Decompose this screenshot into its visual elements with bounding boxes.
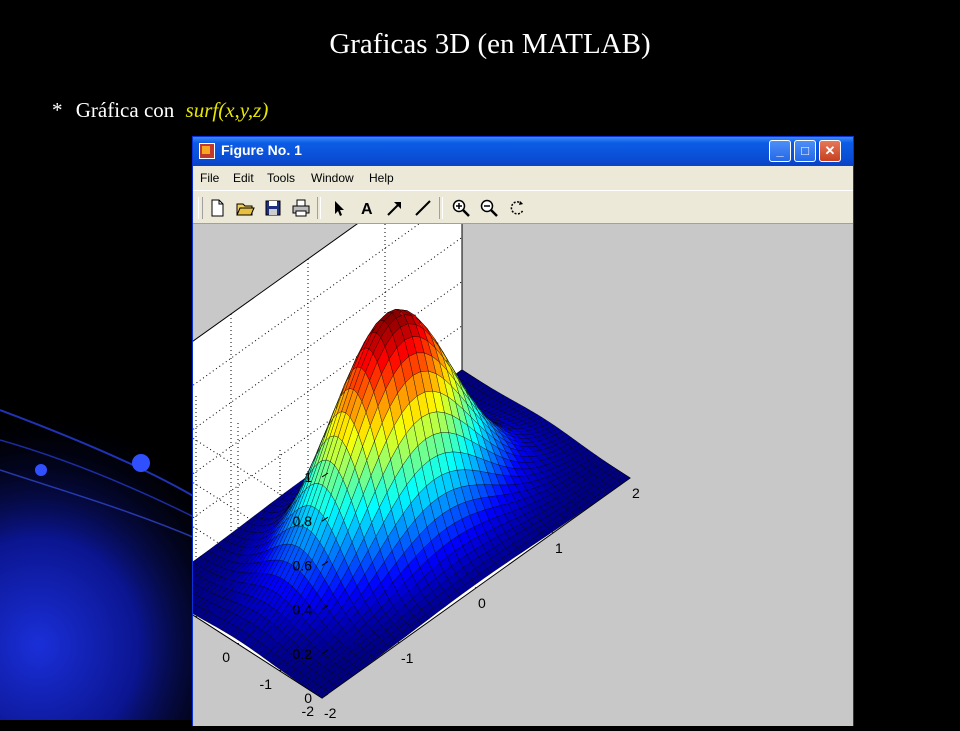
z-tick-label: 0.6 [293,557,313,573]
toolbar-grip[interactable] [198,197,203,219]
z-tick-label: 0.2 [293,646,313,662]
arrow-tool-icon[interactable] [385,198,405,218]
svg-text:A: A [361,201,373,218]
text-tool-icon[interactable]: A [357,198,377,218]
figure-toolbar: A [193,190,853,224]
rotate-3d-icon[interactable] [507,198,527,218]
menu-bar: File Edit Tools Window Help [193,166,853,190]
plot-area: 10.80.60.40.20210-1-2-2-1012 [193,224,853,726]
menu-help[interactable]: Help [369,171,394,185]
menu-window[interactable]: Window [311,171,354,185]
menu-file[interactable]: File [200,171,219,185]
x-tick-label: 0 [478,595,486,611]
bullet-marker: * [52,98,63,122]
zoom-in-icon[interactable] [451,198,471,218]
close-button[interactable]: ✕ [819,140,841,162]
print-icon[interactable] [291,198,311,218]
window-titlebar[interactable]: Figure No. 1 _ □ ✕ [193,137,853,166]
save-icon[interactable] [263,198,283,218]
z-tick-label: 0.4 [293,602,313,618]
y-tick-label: -2 [302,703,315,719]
z-tick-label: 0.8 [293,513,313,529]
open-folder-icon[interactable] [235,198,255,218]
surface-plot[interactable]: 10.80.60.40.20210-1-2-2-1012 [193,224,853,726]
figure-window: Figure No. 1 _ □ ✕ File Edit Tools Windo… [192,136,854,726]
x-tick-label: 2 [632,485,640,501]
x-tick-label: -1 [401,650,414,666]
matlab-figure-icon [199,143,215,159]
maximize-button[interactable]: □ [794,140,816,162]
toolbar-separator [439,197,443,219]
menu-tools[interactable]: Tools [267,171,295,185]
slide-title: Graficas 3D (en MATLAB) [0,28,960,61]
toolbar-separator [317,197,321,219]
window-title: Figure No. 1 [221,142,302,158]
bullet-text: Gráfica con [76,98,175,122]
menu-edit[interactable]: Edit [233,171,254,185]
y-tick-label: 0 [222,649,230,665]
bullet-line: * Gráfica con surf(x,y,z) [52,98,268,123]
zoom-out-icon[interactable] [479,198,499,218]
line-tool-icon[interactable] [413,198,433,218]
minimize-button[interactable]: _ [769,140,791,162]
x-tick-label: 1 [555,540,563,556]
z-tick-label: 1 [304,469,312,485]
bullet-code: surf(x,y,z) [186,98,269,122]
pointer-arrow-icon[interactable] [329,198,349,218]
x-tick-label: -2 [324,705,337,721]
y-tick-label: -1 [260,676,273,692]
new-file-icon[interactable] [207,198,227,218]
